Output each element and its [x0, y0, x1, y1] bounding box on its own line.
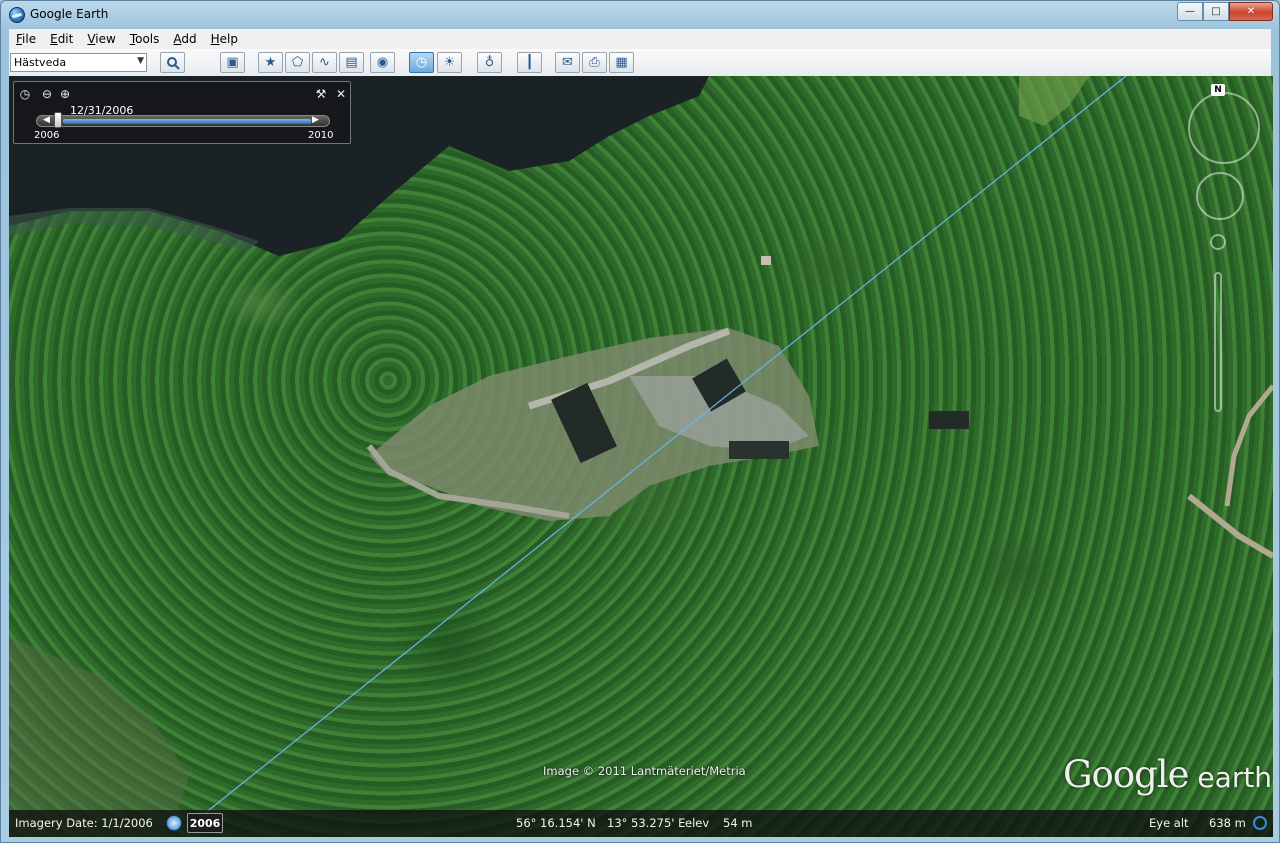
latitude: 56° 16.154' N: [516, 816, 596, 830]
close-icon[interactable]: ✕: [334, 87, 348, 101]
elevation-label: elev: [685, 816, 710, 830]
title-bar[interactable]: Google Earth — □ ✕: [1, 1, 1279, 29]
print-button[interactable]: ⎙: [582, 52, 607, 73]
maximize-button[interactable]: □: [1203, 2, 1229, 21]
window-controls: — □ ✕: [1177, 2, 1273, 21]
add-placemark-button[interactable]: ★: [258, 52, 283, 73]
logo-main: Google: [1063, 753, 1190, 796]
imagery-date: Imagery Date: 1/1/2006: [15, 816, 153, 830]
menu-label: ools: [135, 32, 160, 46]
menu-add[interactable]: Add: [166, 32, 203, 46]
sun-icon: ☀: [443, 55, 456, 70]
zoom-slider[interactable]: [1214, 272, 1222, 412]
step-forward-icon[interactable]: ▶: [312, 115, 319, 125]
step-back-icon[interactable]: ◀: [43, 115, 50, 125]
street-view-icon[interactable]: [1210, 234, 1226, 250]
eye-alt-label: Eye alt: [1149, 816, 1189, 830]
chevron-down-icon[interactable]: ▼: [137, 56, 144, 66]
image-overlay-icon: ▤: [345, 55, 358, 70]
imagery-copyright: Image © 2011 Lantmäteriet/Metria: [543, 764, 746, 778]
longitude: 13° 53.275' E: [607, 816, 686, 830]
view-in-maps-button[interactable]: ▦: [609, 52, 634, 73]
minimize-button[interactable]: —: [1177, 2, 1203, 21]
search-icon: [166, 56, 180, 70]
navigation-controls: N: [1184, 84, 1264, 424]
ruler-icon: ┃: [525, 55, 534, 70]
menu-label: ile: [22, 32, 37, 46]
add-polygon-button[interactable]: ⬠: [285, 52, 310, 73]
menu-help[interactable]: Help: [204, 32, 245, 46]
imagery-year-button[interactable]: 2006: [187, 813, 223, 833]
search-button[interactable]: [160, 52, 185, 73]
add-path-button[interactable]: ∿: [312, 52, 337, 73]
google-earth-icon: [9, 7, 25, 23]
search-input[interactable]: Hästveda ▼: [10, 53, 147, 72]
menu-bar: File Edit View Tools Add Help: [9, 29, 1271, 50]
google-earth-logo: Google earth: [1063, 753, 1272, 796]
settings-icon[interactable]: ⚒: [314, 87, 328, 101]
logo-sub: earth: [1188, 761, 1273, 794]
move-joystick[interactable]: [1196, 172, 1244, 220]
clock-icon: ◷: [19, 87, 31, 101]
time-slider-fill: [63, 119, 311, 124]
email-button[interactable]: ✉: [555, 52, 580, 73]
window-title: Google Earth: [30, 7, 109, 21]
maps-icon: ▦: [615, 55, 628, 70]
timebar-start-year: 2006: [34, 130, 60, 141]
menu-label: iew: [95, 32, 116, 46]
menu-view[interactable]: View: [80, 32, 122, 46]
satellite-imagery: [9, 76, 1273, 837]
record-tour-icon: ◉: [376, 55, 389, 70]
toolbar: Hästveda ▼ ▣ ★ ⬠ ∿ ▤ ◉ ◷ ☀ ♁ ┃ ✉ ⎙ ▦: [9, 49, 1271, 77]
menu-label: elp: [219, 32, 239, 46]
planets-button[interactable]: ♁: [477, 52, 502, 73]
print-icon: ⎙: [589, 55, 600, 70]
menu-label: dit: [57, 32, 74, 46]
historical-clock-icon[interactable]: [166, 815, 182, 831]
placemark-icon: ★: [264, 55, 277, 70]
zoom-in-icon[interactable]: ⊕: [58, 87, 72, 101]
elevation-value: 54 m: [723, 816, 753, 830]
status-bar: Imagery Date: 1/1/2006 2006 56° 16.154' …: [9, 810, 1273, 837]
look-joystick[interactable]: [1188, 92, 1260, 164]
menu-tools[interactable]: Tools: [123, 32, 167, 46]
zoom-out-icon[interactable]: ⊖: [40, 87, 54, 101]
eye-alt-value: 638 m: [1209, 816, 1246, 830]
ruler-button[interactable]: ┃: [517, 52, 542, 73]
menu-file[interactable]: File: [9, 32, 43, 46]
menu-edit[interactable]: Edit: [43, 32, 80, 46]
clock-icon: ◷: [415, 55, 428, 70]
historical-imagery-button[interactable]: ◷: [409, 52, 434, 73]
menu-accel: H: [210, 32, 220, 46]
planet-icon: ♁: [484, 55, 495, 70]
historical-imagery-timebar: ◷ ⊖ ⊕ ⚒ ✕ 12/31/2006 ◀ ▶ 2006 2010: [13, 81, 351, 144]
sidebar-icon: ▣: [226, 55, 239, 70]
close-button[interactable]: ✕: [1229, 2, 1273, 21]
path-icon: ∿: [319, 55, 330, 70]
timebar-end-year: 2010: [308, 130, 334, 141]
time-slider[interactable]: [36, 115, 330, 127]
map-view[interactable]: [9, 76, 1273, 837]
sidebar-toggle-button[interactable]: ▣: [220, 52, 245, 73]
sunlight-button[interactable]: ☀: [437, 52, 462, 73]
app-window: Google Earth — □ ✕ File Edit View Tools …: [0, 0, 1280, 843]
time-slider-thumb[interactable]: [53, 112, 62, 128]
email-icon: ✉: [562, 55, 573, 70]
search-value: Hästveda: [14, 56, 67, 69]
add-overlay-button[interactable]: ▤: [339, 52, 364, 73]
menu-label: dd: [181, 32, 197, 46]
polygon-icon: ⬠: [291, 55, 304, 70]
menu-accel: E: [50, 32, 58, 46]
streaming-icon: [1253, 816, 1267, 830]
record-tour-button[interactable]: ◉: [370, 52, 395, 73]
